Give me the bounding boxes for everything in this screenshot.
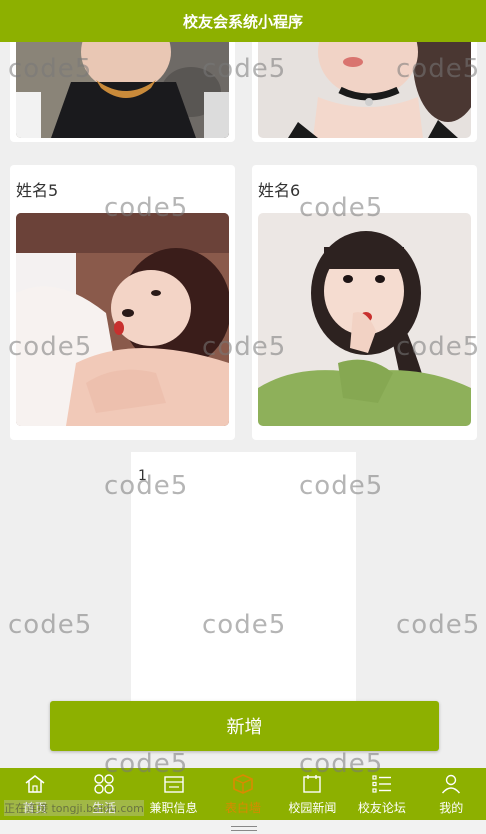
- tab-label: 校友论坛: [357, 801, 406, 815]
- tab-label: 首页: [22, 801, 47, 815]
- tab-confession-wall[interactable]: 表白墙: [208, 768, 277, 820]
- tab-life[interactable]: 生活: [69, 768, 138, 820]
- card-photo[interactable]: [258, 42, 471, 138]
- list-icon: [372, 775, 391, 793]
- card-top-left[interactable]: [10, 42, 235, 142]
- card-photo[interactable]: [258, 213, 471, 426]
- tab-label: 校园新闻: [288, 801, 337, 815]
- card-name: 姓名5: [16, 181, 59, 200]
- tab-alumni-forum[interactable]: 校友论坛: [347, 768, 416, 820]
- tab-label: 我的: [439, 801, 464, 815]
- card-name: 姓名6: [258, 181, 301, 200]
- calendar-icon: [303, 775, 322, 793]
- page-indicator: 1: [131, 452, 356, 742]
- profile-card[interactable]: 姓名5: [10, 165, 235, 440]
- tab-label: 表白墙: [224, 801, 261, 815]
- tab-label: 生活: [92, 801, 117, 815]
- home-indicator-bar: [231, 826, 257, 831]
- card-top-right[interactable]: [252, 42, 477, 142]
- user-icon: [442, 774, 461, 794]
- page-title: 校友会系统小程序: [182, 12, 303, 31]
- briefcase-icon: [163, 776, 184, 793]
- grid-icon: [94, 774, 114, 794]
- tab-label: 兼职信息: [149, 801, 198, 815]
- card-photo[interactable]: [16, 42, 229, 138]
- home-icon: [25, 775, 45, 793]
- card-photo[interactable]: [16, 213, 229, 426]
- page-number: 1: [138, 468, 147, 484]
- add-button[interactable]: 新增: [50, 701, 439, 751]
- tab-campus-news[interactable]: 校园新闻: [278, 768, 347, 820]
- profile-card[interactable]: 姓名6: [252, 165, 477, 440]
- tab-part-time[interactable]: 兼职信息: [139, 768, 208, 820]
- home-indicator[interactable]: [0, 820, 486, 834]
- page-header: 校友会系统小程序: [0, 0, 486, 42]
- content-area[interactable]: 姓名5 姓名6 1: [0, 42, 486, 768]
- bottom-tab-bar: 首页 生活 兼职信息 表白墙 校园新闻 校友论坛 我的: [0, 768, 486, 820]
- box-icon: [233, 774, 253, 794]
- tab-mine[interactable]: 我的: [417, 768, 486, 820]
- tab-home[interactable]: 首页: [0, 768, 69, 820]
